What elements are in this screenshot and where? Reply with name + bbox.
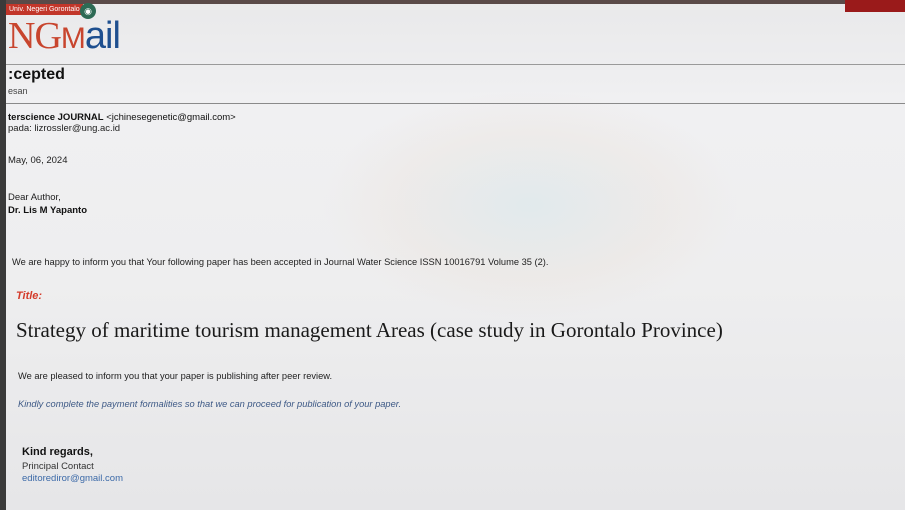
acceptance-text: We are happy to inform you that Your fol… — [12, 257, 549, 267]
contact-role: Principal Contact — [22, 461, 94, 472]
logo-ng: NG — [8, 15, 62, 57]
payment-text: Kindly complete the payment formalities … — [18, 399, 402, 409]
logo-m: M — [60, 22, 86, 55]
greeting: Dear Author, — [8, 192, 61, 203]
header-divider — [6, 64, 905, 65]
contact-email-link[interactable]: editoredir​or@gmail.com — [22, 473, 123, 484]
top-bar — [0, 0, 905, 12]
logo-ail: ail — [84, 15, 121, 57]
email-subject: :cepted — [8, 66, 65, 83]
screen-edge — [0, 0, 6, 510]
screen-glare — [320, 90, 740, 320]
paper-title: Strategy of maritime tourism management … — [16, 318, 723, 342]
top-bar-accent — [845, 0, 905, 12]
letter-date: May, 06, 2024 — [8, 155, 68, 166]
author-name: Dr. Lis M Yapanto — [8, 205, 88, 216]
ngmail-logo[interactable]: NGMail — [8, 15, 121, 59]
logo-tagline: Univ. Negeri Gorontalo — [6, 4, 83, 15]
folder-label[interactable]: esan — [8, 86, 28, 96]
sender-line[interactable]: terscience JOURNAL <jchinesegenetic@gmai… — [8, 112, 236, 123]
sender-address: <jchinesegenetic@gmail.com> — [106, 112, 236, 123]
title-label: Title: — [16, 290, 43, 302]
peer-review-text: We are pleased to inform you that your p… — [18, 371, 333, 381]
recipient-line: pada: lizrossler@ung.ac.id — [8, 123, 121, 134]
sign-off: Kind regards, — [22, 446, 93, 458]
sender-name: terscience JOURNAL — [8, 112, 104, 123]
subject-divider — [6, 103, 905, 104]
